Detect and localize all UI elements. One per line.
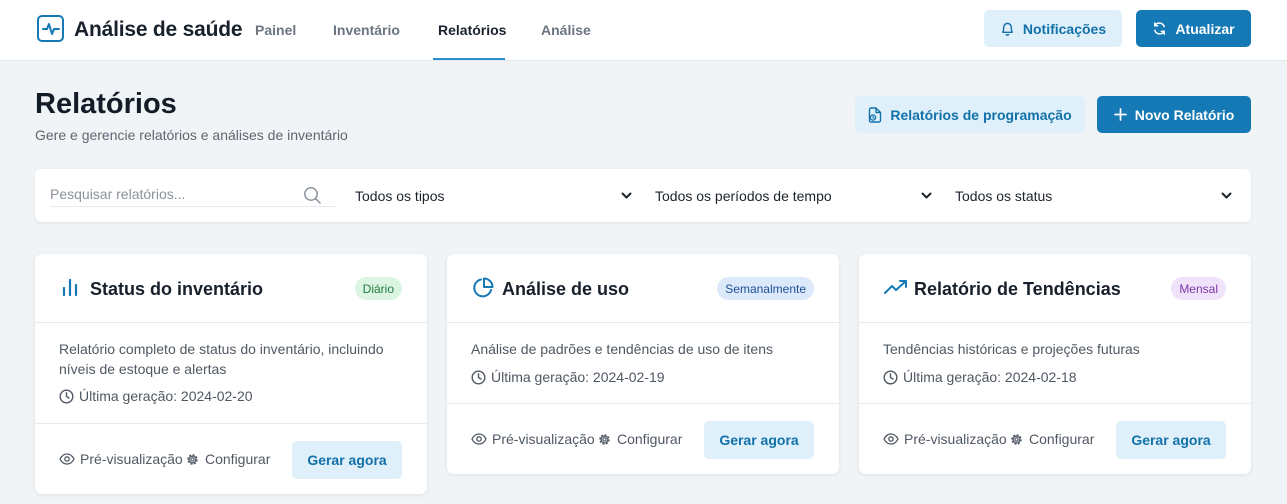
- file-clock-icon: [869, 106, 882, 123]
- gear-icon: [187, 453, 198, 465]
- gear-icon: [1011, 433, 1022, 445]
- report-card-usage-analysis: Análise de uso Semanalmente Análise de p…: [447, 254, 839, 474]
- report-card-inventory-status: Status do inventário Diário Relatório co…: [35, 254, 427, 494]
- card-title: Relatório de Tendências: [914, 279, 1121, 299]
- last-generated-text: Última geração: 2024-02-19: [491, 369, 665, 385]
- preview-button[interactable]: Pré-visualização: [59, 451, 183, 467]
- clock-icon: [883, 369, 898, 385]
- preview-button[interactable]: Pré-visualização: [471, 431, 595, 447]
- type-select[interactable]: Todos os tipos: [355, 181, 632, 211]
- eye-icon: [883, 433, 899, 445]
- configure-label: Configurar: [205, 451, 271, 467]
- notifications-label: Notificações: [1022, 20, 1107, 37]
- status-select[interactable]: Todos os status: [955, 181, 1232, 211]
- last-generated: Última geração: 2024-02-20: [59, 388, 253, 404]
- configure-button[interactable]: Configurar: [185, 451, 270, 467]
- last-generated: Última geração: 2024-02-19: [471, 369, 665, 385]
- frequency-badge: Semanalmente: [717, 277, 814, 300]
- card-description: Tendências históricas e projeções futura…: [883, 341, 1140, 357]
- page-title: Relatórios: [35, 88, 177, 120]
- card-body: Relatório completo de status do inventár…: [35, 323, 427, 424]
- card-footer: Pré-visualização Configurar Gerar agora: [859, 404, 1251, 474]
- card-title: Análise de uso: [502, 279, 630, 299]
- clock-icon: [59, 388, 74, 404]
- last-generated-text: Última geração: 2024-02-20: [79, 388, 253, 404]
- nav-tab-analise[interactable]: Análise: [541, 22, 591, 38]
- status-select-value: Todos os status: [955, 188, 1053, 204]
- new-report-label: Novo Relatório: [1134, 106, 1235, 123]
- active-tab-indicator: [433, 58, 505, 60]
- generate-now-button[interactable]: Gerar agora: [1116, 421, 1226, 459]
- report-card-trends: Relatório de Tendências Mensal Tendência…: [859, 254, 1251, 474]
- card-description: Análise de padrões e tendências de uso d…: [471, 341, 773, 357]
- configure-button[interactable]: Configurar: [1009, 431, 1094, 447]
- last-generated: Última geração: 2024-02-18: [883, 369, 1077, 385]
- frequency-badge: Diário: [354, 277, 402, 300]
- type-select-value: Todos os tipos: [355, 188, 445, 204]
- chevron-down-icon: [1221, 192, 1232, 199]
- chevron-down-icon: [921, 192, 932, 199]
- search-icon: [304, 187, 321, 204]
- app-title: Análise de saúde: [74, 18, 243, 41]
- gear-icon: [599, 433, 610, 445]
- configure-label: Configurar: [1029, 431, 1095, 447]
- nav-tab-painel[interactable]: Painel: [255, 22, 296, 38]
- card-header: Status do inventário Diário: [35, 254, 427, 323]
- page-subtitle: Gere e gerencie relatórios e análises de…: [35, 127, 348, 143]
- period-select[interactable]: Todos os períodos de tempo: [655, 181, 932, 211]
- preview-label: Pré-visualização: [904, 431, 1007, 447]
- card-title: Status do inventário: [90, 279, 264, 299]
- last-generated-text: Última geração: 2024-02-18: [903, 369, 1077, 385]
- card-body: Tendências históricas e projeções futura…: [859, 323, 1251, 404]
- configure-label: Configurar: [617, 431, 683, 447]
- generate-now-button[interactable]: Gerar agora: [704, 421, 814, 459]
- card-body: Análise de padrões e tendências de uso d…: [447, 323, 839, 404]
- preview-label: Pré-visualização: [80, 451, 183, 467]
- preview-label: Pré-visualização: [492, 431, 595, 447]
- pie-chart-icon: [473, 277, 494, 298]
- refresh-button[interactable]: Atualizar: [1136, 10, 1251, 47]
- notifications-button[interactable]: Notificações: [984, 10, 1122, 47]
- configure-button[interactable]: Configurar: [597, 431, 682, 447]
- activity-icon: [37, 15, 64, 42]
- refresh-icon: [1154, 22, 1166, 35]
- card-header: Relatório de Tendências Mensal: [859, 254, 1251, 323]
- nav-tab-inventario[interactable]: Inventário: [333, 22, 400, 38]
- refresh-label: Atualizar: [1175, 20, 1235, 37]
- chevron-down-icon: [621, 192, 632, 199]
- top-navbar: Análise de saúde Painel Inventário Relat…: [0, 0, 1287, 61]
- schedule-reports-label: Relatórios de programação: [890, 106, 1072, 123]
- search-input[interactable]: [50, 181, 336, 207]
- card-footer: Pré-visualização Configurar Gerar agora: [35, 424, 427, 494]
- new-report-button[interactable]: Novo Relatório: [1097, 96, 1251, 133]
- bar-chart-icon: [62, 278, 78, 297]
- card-description: Relatório completo de status do inventár…: [59, 341, 384, 377]
- trending-up-icon: [884, 280, 907, 294]
- eye-icon: [471, 433, 487, 445]
- plus-icon: [1113, 108, 1127, 121]
- clock-icon: [471, 369, 486, 385]
- bell-icon: [1001, 22, 1013, 36]
- schedule-reports-button[interactable]: Relatórios de programação: [855, 96, 1085, 133]
- card-footer: Pré-visualização Configurar Gerar agora: [447, 404, 839, 474]
- period-select-value: Todos os períodos de tempo: [655, 188, 832, 204]
- filter-bar: Todos os tipos Todos os períodos de temp…: [35, 169, 1251, 222]
- preview-button[interactable]: Pré-visualização: [883, 431, 1007, 447]
- eye-icon: [59, 453, 75, 465]
- generate-now-button[interactable]: Gerar agora: [292, 441, 402, 479]
- nav-tab-relatorios[interactable]: Relatórios: [438, 22, 506, 38]
- card-header: Análise de uso Semanalmente: [447, 254, 839, 323]
- frequency-badge: Mensal: [1171, 277, 1226, 300]
